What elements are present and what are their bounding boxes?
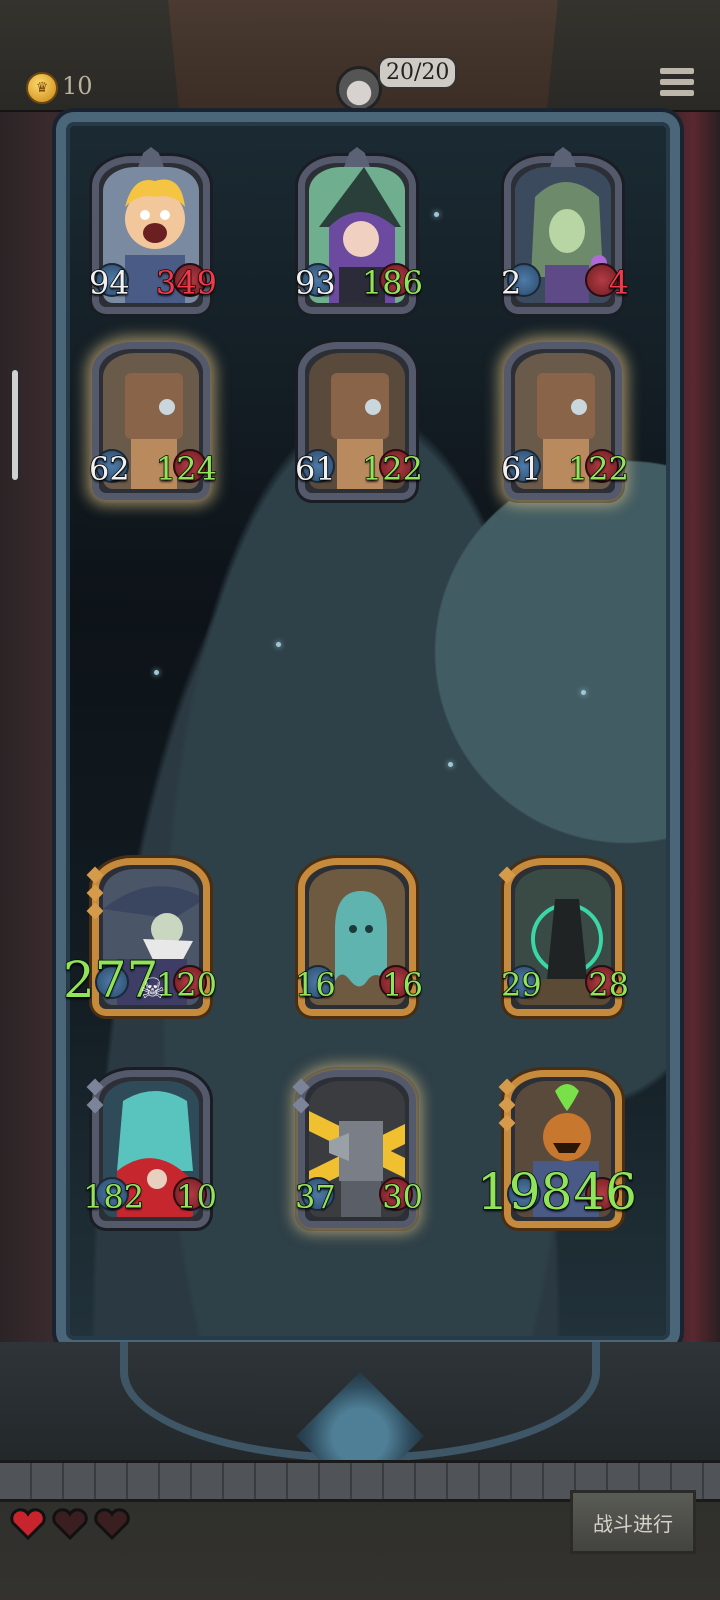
card-attack: 61 (500, 450, 542, 488)
card-health: 30 (382, 1178, 424, 1216)
side-scroll-handle[interactable] (12, 370, 18, 480)
card-attack: 198 (476, 1163, 573, 1221)
card-attack: 37 (294, 1178, 336, 1216)
player-card[interactable]: 93 186 (294, 147, 424, 314)
enemy-card[interactable]: 29 28 (498, 858, 630, 1016)
player-card[interactable]: 62 124 (88, 342, 218, 500)
card-health: 122 (567, 450, 630, 488)
bottom-panel (0, 1342, 720, 1600)
card-attack: 29 (500, 966, 542, 1004)
card-health: 10 (176, 1178, 218, 1216)
star-decoration (448, 762, 453, 767)
card-attack: 62 (88, 450, 130, 488)
player-card[interactable]: 2 4 (500, 147, 630, 314)
player-avatar[interactable] (336, 66, 382, 112)
card-attack: 2 (500, 264, 522, 302)
player-card[interactable]: 61 122 (500, 342, 630, 500)
player-card[interactable]: 94 349 (88, 147, 218, 314)
star-decoration (154, 670, 159, 675)
card-health: 186 (361, 264, 424, 302)
card-health: 122 (361, 450, 424, 488)
enemy-card[interactable]: 198 46 (476, 1070, 638, 1228)
card-health: 16 (382, 966, 424, 1004)
card-health: 46 (573, 1163, 638, 1221)
card-attack: 16 (294, 966, 336, 1004)
card-attack: 93 (294, 264, 336, 302)
enemy-card[interactable]: 182 10 (82, 1070, 218, 1228)
enemy-card[interactable]: 16 16 (294, 858, 424, 1016)
card-attack: 182 (82, 1178, 145, 1216)
card-attack: 94 (88, 264, 130, 302)
card-health: 124 (155, 450, 218, 488)
card-health: 28 (588, 966, 630, 1004)
star-decoration (434, 212, 439, 217)
fight-button[interactable]: 战斗进行 (570, 1490, 696, 1554)
card-health: 4 (608, 264, 630, 302)
heart-icon (52, 1508, 88, 1540)
heart-icon (94, 1508, 130, 1540)
hamburger-menu-icon[interactable] (660, 66, 694, 100)
star-decoration (276, 642, 281, 647)
star-decoration (581, 690, 586, 695)
energy-counter: 20/20 (378, 56, 458, 89)
heart-icon (10, 1508, 46, 1540)
coin-count: 10 (62, 72, 93, 100)
skull-icon: ☠ (140, 972, 166, 1005)
card-health: 349 (155, 264, 218, 302)
crown-coin-icon: ♛ (26, 72, 58, 104)
card-attack: 61 (294, 450, 336, 488)
enemy-card[interactable]: 37 30 (292, 1070, 424, 1228)
player-card[interactable]: 61 122 (294, 342, 424, 500)
